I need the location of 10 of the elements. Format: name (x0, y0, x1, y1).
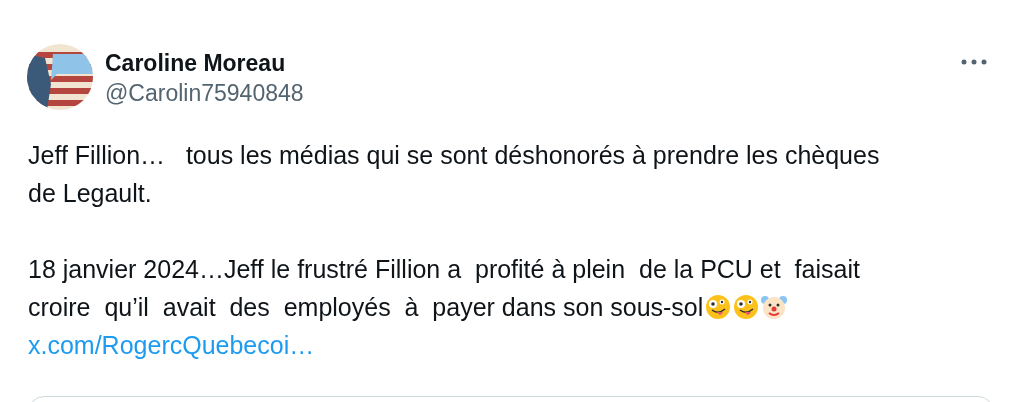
post-text: Jeff Fillion… tous les médias qui se sont déshonorés à prendre les chèques (28, 140, 880, 171)
zany-face-icon (705, 294, 732, 320)
post-text: croire qu’il avait des employés à payer dans son sous-sol (28, 292, 704, 323)
clown-face-icon (761, 294, 788, 320)
zany-face-icon (733, 294, 760, 320)
post-text: de Legault. (28, 178, 152, 209)
author-handle[interactable]: @Carolin75940848 (105, 78, 304, 108)
post-text: 18 janvier 2024…Jeff le frustré Fillion a profité à plein de la PCU et faisait (28, 254, 860, 285)
author-name[interactable]: Caroline Moreau (105, 48, 304, 78)
more-options-icon[interactable] (961, 59, 987, 65)
